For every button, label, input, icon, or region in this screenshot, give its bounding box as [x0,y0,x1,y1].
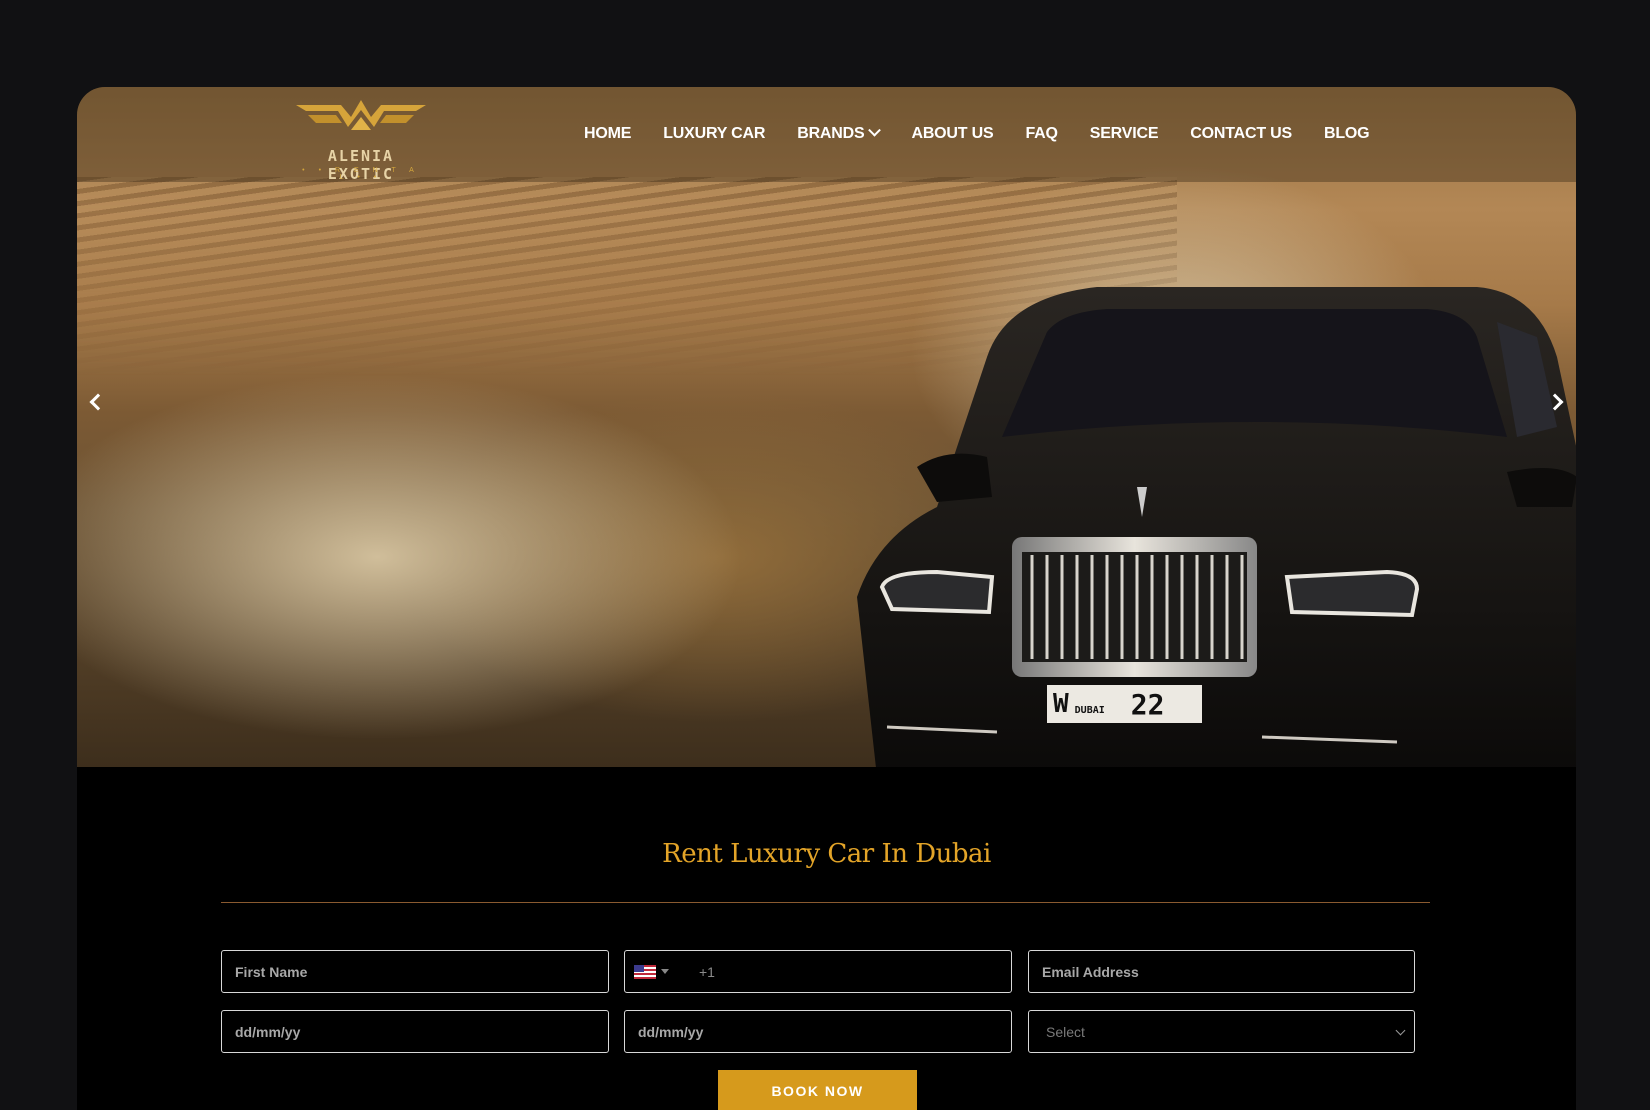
chevron-left-icon [89,393,107,411]
phone-code: +1 [699,963,715,980]
nav-brands[interactable]: BRANDS [797,123,882,143]
plate-letter: W [1053,689,1069,719]
chevron-down-icon [868,123,882,137]
page-frame: W DUBAI 22 ALENIA EXOTIC • • R E N T A L… [77,87,1576,1110]
booking-section: Rent Luxury Car In Dubai First Name +1 E… [77,767,1576,1110]
first-name-field[interactable]: First Name [221,950,609,993]
car-select-value: Select [1046,1023,1085,1040]
divider [221,902,1430,903]
car-select[interactable]: Select [1028,1010,1415,1053]
booking-title: Rent Luxury Car In Dubai [662,839,991,869]
chevron-down-icon [1395,1025,1406,1036]
slider-next-button[interactable] [1540,387,1570,417]
email-field[interactable]: Email Address [1028,950,1415,993]
nav-home[interactable]: HOME [584,125,631,143]
phone-field[interactable]: +1 [624,950,1012,993]
main-navigation: HOME LUXURY CAR BRANDS ABOUT US FAQ SERV… [584,123,1370,143]
book-now-button[interactable]: BOOK NOW [718,1070,917,1110]
nav-faq[interactable]: FAQ [1025,125,1057,143]
chevron-right-icon [1546,393,1564,411]
caret-down-icon[interactable] [661,969,669,974]
plate-city: DUBAI [1074,704,1105,716]
brand-logo[interactable]: ALENIA EXOTIC • • R E N T A L • • [296,95,426,183]
nav-service[interactable]: SERVICE [1090,125,1159,143]
logo-subtitle: • • R E N T A L • • [302,167,420,181]
top-navbar: ALENIA EXOTIC • • R E N T A L • • HOME L… [77,87,1576,183]
us-flag-icon [634,964,656,979]
nav-brands-label: BRANDS [797,125,865,142]
plate-number: 22 [1130,687,1165,721]
license-plate: W DUBAI 22 [1047,685,1202,723]
nav-luxury-car[interactable]: LUXURY CAR [663,125,765,143]
nav-blog[interactable]: BLOG [1324,125,1370,143]
nav-contact-us[interactable]: CONTACT US [1190,125,1292,143]
nav-about-us[interactable]: ABOUT US [911,125,993,143]
logo-emblem-icon [296,100,426,130]
hero-slider: W DUBAI 22 ALENIA EXOTIC • • R E N T A L… [77,87,1576,767]
pickup-date-field[interactable]: dd/mm/yy [221,1010,609,1053]
slider-prev-button[interactable] [83,387,113,417]
return-date-field[interactable]: dd/mm/yy [624,1010,1012,1053]
